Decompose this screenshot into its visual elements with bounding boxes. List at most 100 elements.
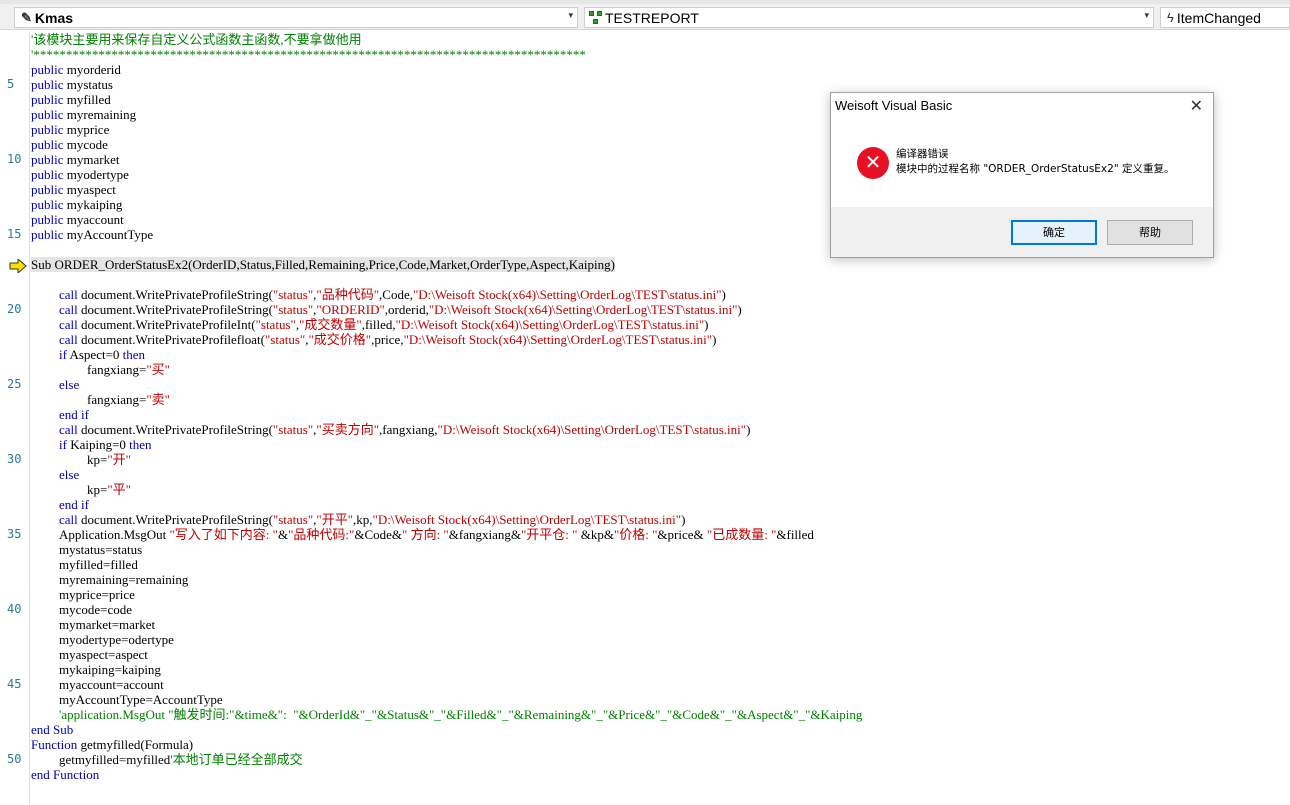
code-line: kp="平" — [87, 482, 131, 497]
keyword: call — [59, 287, 78, 302]
string-literal: "买" — [146, 362, 170, 377]
error-message: 编译器错误 模块中的过程名称 "ORDER_OrderStatusEx2" 定义… — [896, 147, 1175, 177]
toolbar: ✎ Kmas ▾ TESTREPORT ▾ ϟ ItemChanged — [0, 0, 1290, 30]
code-line: public mystatus — [31, 77, 113, 92]
code-line: end if — [59, 407, 89, 422]
code-text: document.WritePrivateProfilefloat( — [77, 332, 265, 347]
pencil-icon: ✎ — [21, 9, 32, 25]
comment: '本地订单已经全部成交 — [170, 752, 303, 767]
procedure-combo[interactable]: TESTREPORT ▾ — [584, 7, 1154, 28]
code-line: myAccountType=AccountType — [59, 692, 223, 707]
compiler-error-dialog: Weisoft Visual Basic ✕ ✕ 编译器错误 模块中的过程名称 … — [830, 92, 1214, 258]
code-line: 'application.MsgOut "触发时间:"&time&": "&Or… — [59, 707, 863, 722]
code-line: public myaccount — [31, 212, 124, 227]
string-literal: "D:\Weisoft Stock(x64)\Setting\OrderLog\… — [395, 317, 705, 332]
code-text: Kaiping=0 — [66, 437, 130, 452]
code-text: fangxiang= — [87, 362, 147, 377]
keyword: public — [31, 107, 64, 122]
keyword: call — [59, 422, 78, 437]
code-text: Aspect=0 — [66, 347, 123, 362]
string-literal: "价格: " — [613, 527, 658, 542]
code-line: if Aspect=0 then — [59, 347, 145, 362]
string-literal: "买卖方向" — [316, 422, 380, 437]
code-line: else — [59, 467, 80, 482]
code-text: getmyfilled=myfilled — [59, 752, 171, 767]
error-message-body: 模块中的过程名称 "ORDER_OrderStatusEx2" 定义重复。 — [896, 163, 1175, 175]
code-text: document.WritePrivateProfileString( — [77, 287, 273, 302]
string-literal: "平" — [107, 482, 131, 497]
identifier: myprice — [66, 122, 110, 137]
code-text: ,fangxiang, — [379, 422, 438, 437]
line-number: 50 — [7, 752, 22, 766]
code-line: fangxiang="卖" — [87, 392, 170, 407]
code-text: &fangxiang& — [448, 527, 521, 542]
code-line: call document.WritePrivateProfileInt("st… — [59, 317, 709, 332]
code-text: ) — [746, 422, 751, 437]
keyword: call — [59, 317, 78, 332]
object-combo[interactable]: ✎ Kmas ▾ — [14, 7, 578, 28]
highlighted-sub-line: Sub ORDER_OrderStatusEx2(OrderID,Status,… — [31, 257, 615, 272]
string-literal: "status" — [272, 512, 314, 527]
lightning-icon: ϟ — [1167, 10, 1174, 25]
code-line: myaspect=aspect — [59, 647, 148, 662]
keyword: then — [122, 347, 146, 362]
dialog-title: Weisoft Visual Basic — [835, 98, 953, 113]
code-line: public mykaiping — [31, 197, 122, 212]
line-number-gutter: 5 10 15 20 25 30 35 40 45 50 — [0, 31, 30, 805]
code-line: myprice=price — [59, 587, 135, 602]
code-text: ) — [712, 332, 717, 347]
keyword: call — [59, 332, 78, 347]
code-text: getmyfilled(Formula) — [77, 737, 194, 752]
keyword: public — [31, 92, 64, 107]
code-line: call document.WritePrivateProfileString(… — [59, 422, 750, 437]
string-literal: "D:\Weisoft Stock(x64)\Setting\OrderLog\… — [372, 512, 682, 527]
keyword: public — [31, 122, 64, 137]
line-number: 15 — [7, 227, 22, 241]
code-line: end Sub — [31, 722, 74, 737]
code-line: public myprice — [31, 122, 109, 137]
code-line: else — [59, 377, 80, 392]
code-line: mycode=code — [59, 602, 133, 617]
code-line: call document.WritePrivateProfileString(… — [59, 302, 742, 317]
chevron-down-icon[interactable]: ▾ — [568, 11, 573, 21]
error-icon: ✕ — [857, 147, 889, 179]
string-literal: "D:\Weisoft Stock(x64)\Setting\OrderLog\… — [412, 287, 722, 302]
code-line: end if — [59, 497, 89, 512]
keyword: public — [31, 212, 64, 227]
code-text: document.WritePrivateProfileInt( — [77, 317, 256, 332]
chevron-down-icon[interactable]: ▾ — [1144, 11, 1149, 21]
code-text: ) — [721, 287, 726, 302]
code-text: &Code& — [354, 527, 403, 542]
ok-button[interactable]: 确定 — [1011, 220, 1097, 245]
code-line: public myorderid — [31, 62, 121, 77]
identifier: mymarket — [66, 152, 120, 167]
close-icon[interactable]: ✕ — [1190, 96, 1203, 115]
code-line: public mycode — [31, 137, 108, 152]
procedure-combo-value: TESTREPORT — [605, 9, 699, 26]
identifier: myaspect — [66, 182, 116, 197]
code-line: public myremaining — [31, 107, 136, 122]
code-line: myfilled=filled — [59, 557, 138, 572]
line-number: 20 — [7, 302, 22, 316]
help-button[interactable]: 帮助 — [1107, 220, 1193, 245]
keyword: if — [59, 347, 67, 362]
string-literal: "D:\Weisoft Stock(x64)\Setting\OrderLog\… — [428, 302, 738, 317]
code-text: & — [277, 527, 289, 542]
string-literal: "status" — [272, 287, 314, 302]
keyword: Function — [31, 737, 78, 752]
code-text: &filled — [776, 527, 814, 542]
object-combo-value: Kmas — [34, 9, 74, 26]
identifier: myAccountType — [66, 227, 154, 242]
keyword: public — [31, 167, 64, 182]
code-line: public myAccountType — [31, 227, 153, 242]
string-literal: "D:\Weisoft Stock(x64)\Setting\OrderLog\… — [403, 332, 713, 347]
code-line: '***************************************… — [31, 47, 586, 62]
module-tree-icon — [589, 10, 603, 25]
event-combo[interactable]: ϟ ItemChanged — [1160, 7, 1290, 28]
code-line: getmyfilled=myfilled'本地订单已经全部成交 — [59, 752, 303, 767]
code-text: document.WritePrivateProfileString( — [77, 302, 273, 317]
line-number: 45 — [7, 677, 22, 691]
code-line: call document.WritePrivateProfileString(… — [59, 512, 685, 527]
code-text: ) — [737, 302, 742, 317]
code-line: '该模块主要用来保存自定义公式函数主函数,不要拿做他用 — [31, 32, 362, 47]
